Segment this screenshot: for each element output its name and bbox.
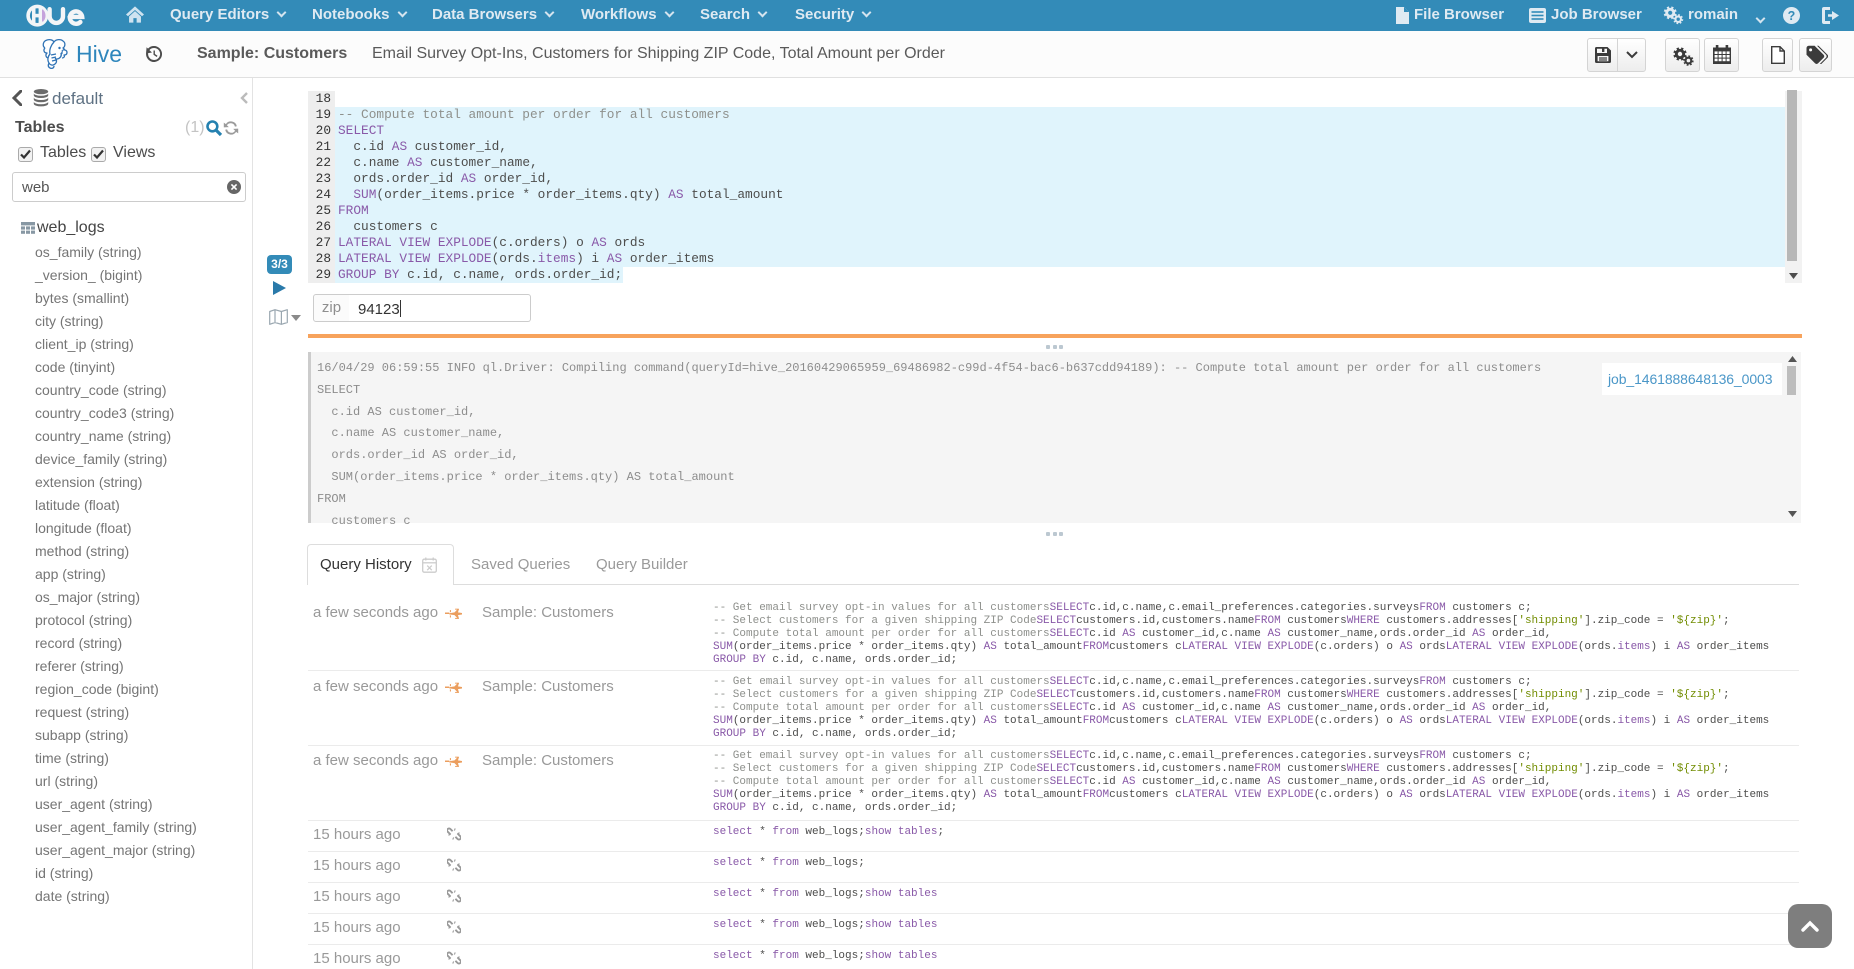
svg-text:?: ? [1788, 9, 1796, 23]
